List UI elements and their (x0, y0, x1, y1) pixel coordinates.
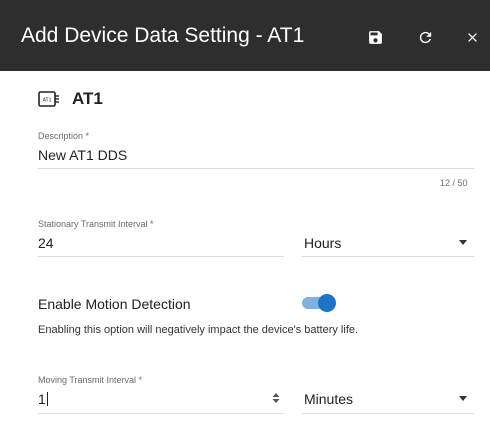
moving-interval-input[interactable]: 1 (38, 391, 48, 407)
save-icon (368, 30, 382, 44)
moving-interval-underline (38, 413, 284, 414)
close-icon (467, 32, 477, 42)
save-button[interactable] (364, 26, 386, 48)
refresh-button[interactable] (414, 26, 436, 48)
text-cursor (46, 392, 48, 406)
dialog-title: Add Device Data Setting - AT1 (21, 24, 305, 47)
stationary-interval-label: Stationary Transmit Interval * (38, 219, 154, 229)
toggle-thumb (318, 294, 336, 312)
battery-warning-note: Enabling this option will negatively imp… (38, 324, 359, 336)
moving-interval-label: Moving Transmit Interval * (38, 375, 143, 385)
moving-unit-value: Minutes (304, 391, 354, 407)
stationary-interval-underline (38, 256, 284, 257)
stationary-unit-underline (302, 256, 474, 257)
chevron-down-icon (459, 240, 467, 245)
description-char-counter: 12 / 50 (440, 178, 468, 188)
stationary-interval-input[interactable]: 24 (38, 235, 54, 251)
description-label: Description * (38, 131, 90, 141)
stationary-unit-value: Hours (304, 235, 342, 251)
moving-interval-value: 1 (38, 391, 46, 407)
device-name: AT1 (72, 89, 103, 108)
number-stepper-icon[interactable] (271, 392, 281, 404)
motion-detection-label: Enable Motion Detection (38, 296, 191, 312)
description-input[interactable]: New AT1 DDS (38, 147, 127, 163)
device-heading: AT1 AT1 (38, 89, 103, 109)
chevron-down-icon (459, 396, 467, 401)
svg-text:AT1: AT1 (43, 98, 52, 104)
dialog-header: Add Device Data Setting - AT1 (0, 0, 490, 71)
refresh-icon (419, 31, 431, 43)
close-button[interactable] (461, 26, 483, 48)
description-underline (38, 168, 474, 169)
moving-unit-underline (302, 413, 474, 414)
device-icon: AT1 (38, 91, 59, 107)
motion-detection-toggle[interactable] (302, 294, 336, 312)
